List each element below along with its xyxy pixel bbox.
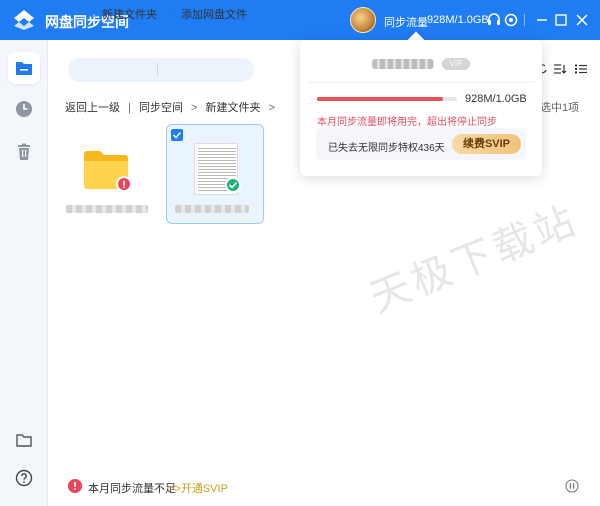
watermark: 天极下载站 [363, 196, 585, 322]
breadcrumb-arrow: > [191, 102, 198, 114]
help-icon [15, 469, 33, 487]
sort-icon[interactable] [553, 63, 567, 75]
usage-progress-fill [317, 97, 443, 101]
add-drive-file-button[interactable]: 添加网盘文件 [165, 4, 251, 21]
synced-badge [225, 177, 241, 193]
list-view-icon[interactable] [575, 63, 587, 75]
settings-icon[interactable] [503, 12, 519, 28]
support-icon[interactable] [486, 12, 502, 28]
minimize-icon[interactable] [532, 10, 552, 30]
sidebar-item-trash[interactable] [8, 136, 40, 168]
file-name [66, 205, 148, 213]
recent-icon [16, 101, 32, 117]
breadcrumb-separator: | [128, 102, 131, 114]
status-message: 本月同步流量不足 [88, 483, 176, 495]
usage-warning: 本月同步流量即将用完，超出将停止同步 [317, 117, 497, 128]
pause-icon[interactable] [565, 479, 579, 493]
exclamation-icon [123, 180, 125, 189]
new-folder-icon [86, 7, 98, 17]
vip-tag: VIP [442, 58, 470, 70]
popup-username [372, 59, 434, 69]
sidebar-item-files[interactable] [8, 52, 40, 84]
svip-promo-text: 已失去无限同步特权436天 [328, 143, 445, 154]
check-icon [172, 131, 182, 139]
sync-traffic-value[interactable]: 928M/1.0GB [427, 14, 489, 26]
user-avatar[interactable] [350, 7, 376, 33]
breadcrumb-new-folder[interactable]: 新建文件夹 [206, 99, 261, 115]
files-icon [16, 62, 32, 75]
file-name [175, 205, 249, 213]
sidebar-item-folder[interactable] [8, 424, 40, 456]
close-icon[interactable] [572, 10, 592, 30]
add-drive-file-label: 添加网盘文件 [181, 9, 247, 21]
folder-icon [16, 434, 32, 447]
titlebar-divider [524, 14, 525, 26]
status-error-icon [68, 479, 82, 493]
toolbar [68, 58, 254, 82]
toolbar-divider [157, 63, 158, 77]
renew-svip-button[interactable]: 续费SVIP [452, 134, 521, 154]
sidebar-item-help[interactable] [8, 462, 40, 494]
check-icon [228, 181, 238, 189]
file-checkbox[interactable] [171, 129, 183, 141]
open-svip-link[interactable]: >>开通SVIP [168, 480, 228, 496]
selected-count: 选中1项 [540, 102, 580, 114]
app-logo-icon [14, 10, 34, 30]
breadcrumb-sync-space[interactable]: 同步空间 [139, 99, 183, 115]
popup-divider [308, 82, 534, 83]
new-folder-label: 新建文件夹 [102, 9, 157, 21]
trash-icon [18, 143, 30, 160]
breadcrumb: 返回上一级 | 同步空间 > 新建文件夹 > [65, 99, 280, 115]
usage-progress-bar [317, 97, 457, 101]
sidebar-item-recent[interactable] [8, 93, 40, 125]
sync-error-badge [116, 176, 132, 192]
sync-traffic-label[interactable]: 同步流量 [384, 14, 428, 30]
breadcrumb-back[interactable]: 返回上一级 [65, 99, 120, 115]
usage-value: 928M/1.0GB [465, 93, 527, 105]
maximize-icon[interactable] [551, 10, 571, 30]
add-file-icon [165, 6, 177, 18]
new-folder-button[interactable]: 新建文件夹 [86, 4, 157, 21]
breadcrumb-arrow: > [268, 102, 276, 114]
